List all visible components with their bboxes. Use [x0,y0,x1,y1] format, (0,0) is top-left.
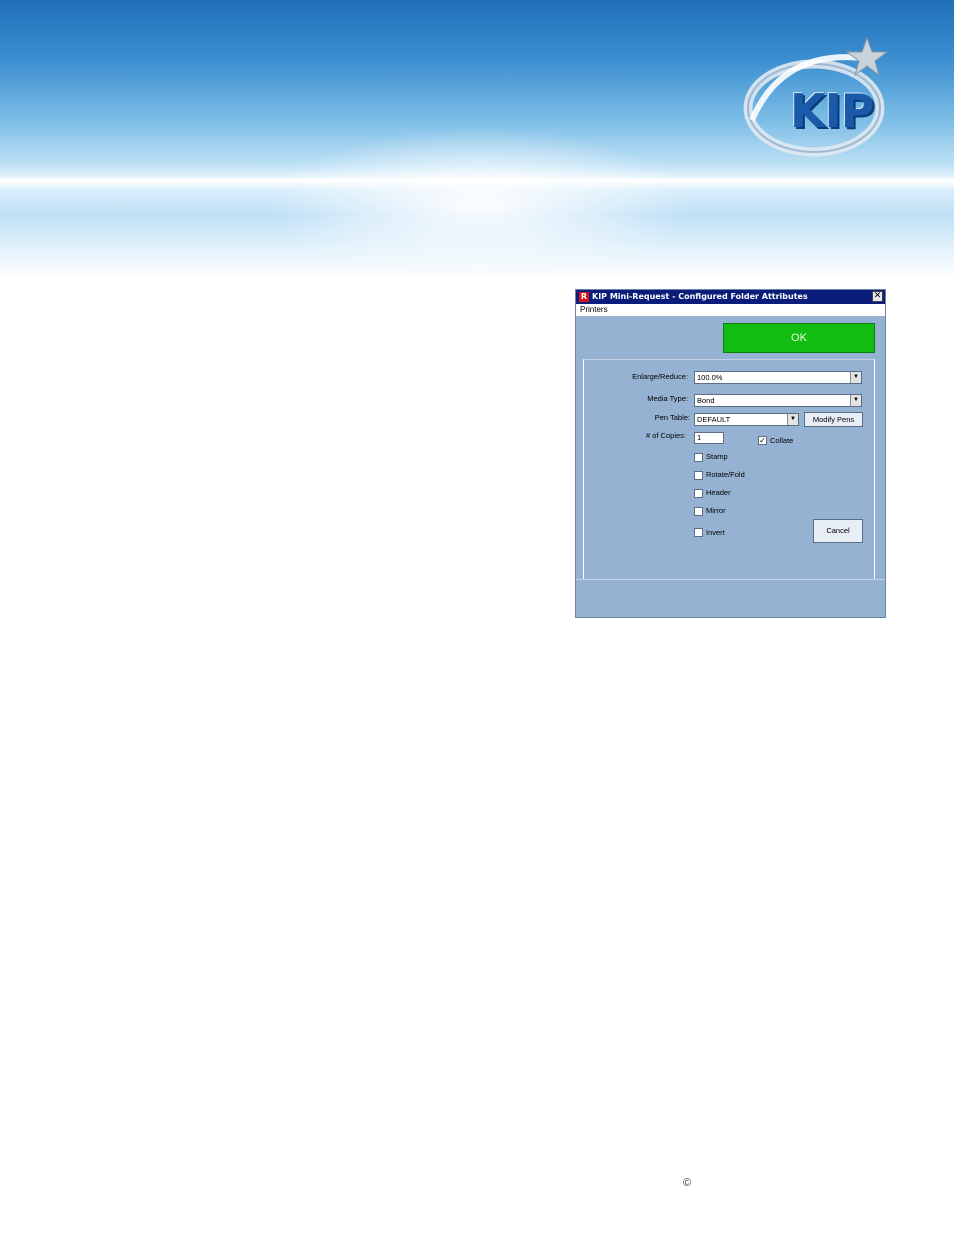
app-icon: R [579,292,589,302]
mirror-label: Mirror [706,506,726,515]
media-type-value: Bond [697,396,715,405]
pen-table-select[interactable]: DEFAULT ▼ [694,413,799,426]
header-label: Header [706,488,731,497]
kip-logo-text: KIP [790,84,874,138]
stamp-checkbox[interactable] [694,453,703,462]
media-type-select[interactable]: Bond ▼ [694,394,862,407]
copyright-symbol: © [683,1177,692,1189]
collate-checkbox[interactable]: ✓ [758,436,767,445]
invert-checkbox[interactable] [694,528,703,537]
chevron-down-icon[interactable]: ▼ [850,395,861,406]
mirror-checkbox[interactable] [694,507,703,516]
cancel-button[interactable]: Cancel [813,519,863,543]
attributes-panel [583,359,875,579]
collate-label: Collate [770,436,794,445]
stamp-label: Stamp [706,452,728,461]
enlarge-reduce-select[interactable]: 100.0% ▼ [694,371,862,384]
menu-printers[interactable]: Printers [580,304,608,316]
invert-label: Invert [706,528,725,537]
enlarge-reduce-value: 100.0% [697,373,723,382]
banner-highlight-line [0,178,954,181]
ok-button[interactable]: OK [723,323,875,353]
dialog-titlebar[interactable]: R KIP Mini-Request - Configured Folder A… [576,290,885,304]
header-checkbox[interactable] [694,489,703,498]
rotate-fold-checkbox[interactable] [694,471,703,480]
header-banner: KIP [0,0,954,280]
chevron-down-icon[interactable]: ▼ [850,372,861,383]
rotate-fold-label: Rotate/Fold [706,470,745,479]
copies-label: # of Copies: [645,431,686,440]
pen-table-value: DEFAULT [697,415,731,424]
media-type-label: Media Type: [647,394,688,403]
menu-bar: Printers [576,304,885,316]
configured-folder-attributes-dialog: R KIP Mini-Request - Configured Folder A… [575,289,886,618]
status-bar-divider [576,579,885,580]
copies-input[interactable]: 1 [694,432,724,444]
modify-pens-button[interactable]: Modify Pens [804,412,863,427]
dialog-title: KIP Mini-Request - Configured Folder Att… [592,292,808,301]
pen-table-label: Pen Table: [654,413,690,422]
chevron-down-icon[interactable]: ▼ [787,414,798,425]
close-icon[interactable]: ✕ [872,291,883,302]
enlarge-reduce-label: Enlarge/Reduce: [632,372,688,381]
